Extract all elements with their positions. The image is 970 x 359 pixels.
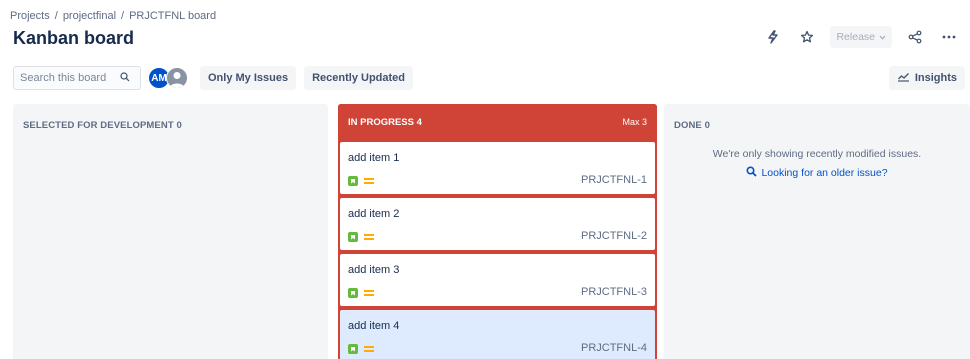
chevron-down-icon	[879, 31, 886, 43]
only-my-issues-filter[interactable]: Only My Issues	[200, 66, 297, 90]
breadcrumb: Projects / projectfinal / PRJCTFNL board	[10, 10, 216, 22]
priority-medium-icon	[364, 234, 374, 240]
done-message: We're only showing recently modified iss…	[712, 148, 922, 160]
card-key[interactable]: PRJCTFNL-2	[581, 230, 647, 242]
more-icon[interactable]	[938, 26, 960, 48]
priority-medium-icon	[364, 178, 374, 184]
story-icon	[348, 232, 358, 242]
story-icon	[348, 344, 358, 354]
column-title: SELECTED FOR DEVELOPMENT	[23, 120, 174, 131]
issue-card[interactable]: add item 3 PRJCTFNL-3	[340, 254, 655, 306]
release-button[interactable]: Release	[830, 26, 892, 48]
column-count: 4	[416, 116, 422, 128]
search-input[interactable]	[20, 72, 120, 84]
lightning-icon[interactable]	[762, 26, 784, 48]
card-summary: add item 2	[348, 208, 400, 220]
board-toolbar: AM Only My Issues Recently Updated	[13, 66, 414, 90]
issue-card[interactable]: add item 2 PRJCTFNL-2	[340, 198, 655, 250]
insights-button[interactable]: Insights	[888, 66, 965, 90]
older-issues-label: Looking for an older issue?	[761, 167, 888, 179]
priority-medium-icon	[364, 346, 374, 352]
column-header: IN PROGRESS 4 Max 3	[338, 104, 657, 140]
recently-updated-filter[interactable]: Recently Updated	[304, 66, 414, 90]
priority-medium-icon	[364, 290, 374, 296]
breadcrumb-separator: /	[54, 10, 58, 22]
user-avatar-icon[interactable]	[166, 67, 188, 89]
card-summary: add item 3	[348, 264, 400, 276]
breadcrumb-board[interactable]: PRJCTFNL board	[129, 10, 216, 22]
card-key[interactable]: PRJCTFNL-4	[581, 342, 647, 354]
column-title: IN PROGRESS	[348, 116, 414, 128]
share-icon[interactable]	[904, 26, 926, 48]
column-selected-for-development: SELECTED FOR DEVELOPMENT 0	[13, 104, 328, 359]
star-icon[interactable]	[796, 26, 818, 48]
breadcrumb-project[interactable]: projectfinal	[63, 10, 116, 22]
column-done: DONE 0 We're only showing recently modif…	[664, 104, 970, 359]
insights-label: Insights	[914, 72, 957, 84]
chart-icon	[897, 72, 910, 85]
column-header: SELECTED FOR DEVELOPMENT 0	[13, 104, 328, 131]
card-summary: add item 4	[348, 320, 400, 332]
search-icon	[120, 69, 130, 87]
search-box[interactable]	[13, 66, 141, 90]
issue-card[interactable]: add item 4 PRJCTFNL-4	[340, 310, 655, 359]
card-key[interactable]: PRJCTFNL-3	[581, 286, 647, 298]
search-icon	[746, 166, 758, 180]
card-summary: add item 1	[348, 152, 400, 164]
column-max-limit: Max 3	[622, 117, 647, 127]
column-header: DONE 0	[664, 104, 970, 131]
story-icon	[348, 176, 358, 186]
card-key[interactable]: PRJCTFNL-1	[581, 174, 647, 186]
issue-card[interactable]: add item 1 PRJCTFNL-1	[340, 142, 655, 194]
card-list: add item 1 PRJCTFNL-1 add item 2 PRJCTFN…	[338, 140, 657, 359]
page-title: Kanban board	[13, 28, 135, 48]
column-title: DONE	[674, 120, 702, 131]
column-count: 0	[704, 120, 710, 131]
story-icon	[348, 288, 358, 298]
older-issues-link[interactable]: Looking for an older issue?	[664, 166, 970, 180]
breadcrumb-separator: /	[121, 10, 125, 22]
column-in-progress: IN PROGRESS 4 Max 3 add item 1 PRJCTFNL-…	[338, 104, 657, 359]
column-count: 0	[176, 120, 182, 131]
header-actions: Release	[762, 26, 960, 48]
release-label: Release	[836, 31, 875, 43]
breadcrumb-projects[interactable]: Projects	[10, 10, 50, 22]
